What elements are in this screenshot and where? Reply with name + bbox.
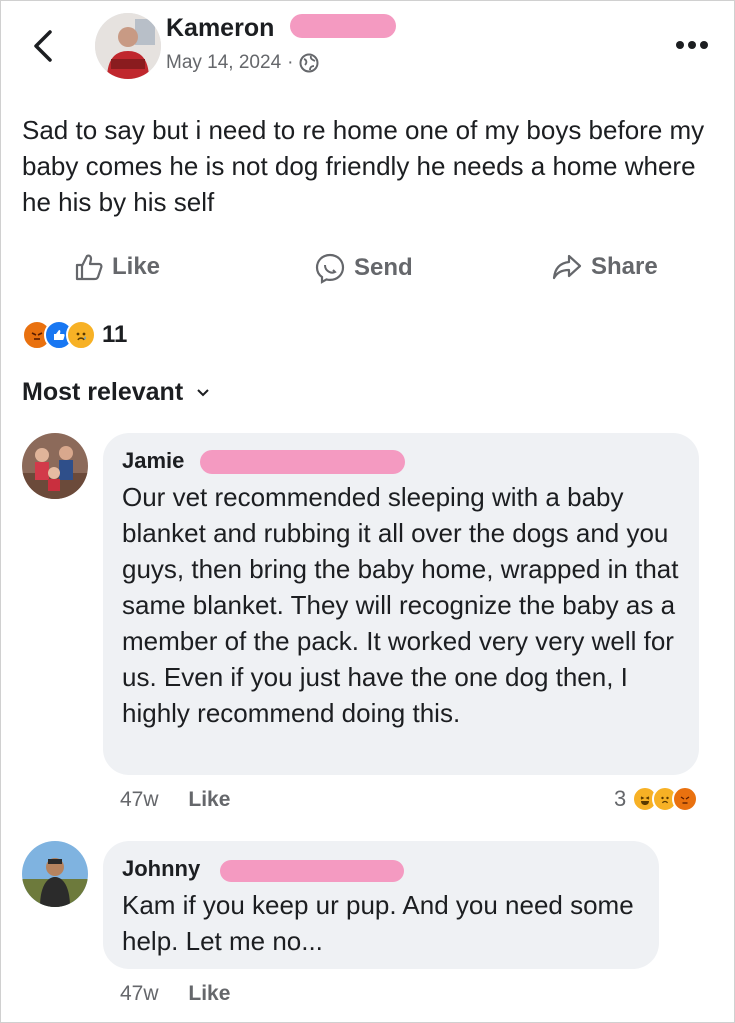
comment-text: Our vet recommended sleeping with a baby… [122, 482, 679, 728]
reaction-count: 11 [102, 321, 128, 348]
comment-footer: 47w Like [120, 788, 230, 812]
meta-separator: · [287, 52, 294, 73]
comment-time[interactable]: 47w [120, 788, 159, 811]
more-options-button[interactable] [675, 38, 709, 50]
redaction-mark [290, 14, 396, 38]
send-label: Send [354, 254, 413, 281]
share-button[interactable]: Share [551, 252, 658, 282]
redaction-mark [200, 450, 405, 474]
comment-footer: 47w Like [120, 982, 230, 1006]
thumbs-up-icon [75, 254, 103, 281]
commenter-name[interactable]: Johnny [122, 856, 200, 882]
comment-time[interactable]: 47w [120, 982, 159, 1005]
post-meta: May 14, 2024 · [166, 52, 319, 74]
post-text: Sad to say but i need to re home one of … [22, 115, 705, 217]
post-author-name[interactable]: Kameron [166, 14, 274, 43]
globe-icon [299, 53, 319, 73]
commenter-avatar[interactable] [22, 841, 88, 907]
like-label: Like [112, 253, 161, 280]
share-icon [552, 254, 582, 280]
more-dots-icon [676, 41, 708, 49]
profile-photo [22, 433, 88, 499]
sort-label: Most relevant [22, 378, 184, 406]
sad-reaction-icon [66, 320, 96, 350]
chevron-left-icon [34, 30, 52, 62]
redaction-mark [220, 860, 404, 882]
comment-like-button[interactable]: Like [188, 788, 230, 811]
author-avatar[interactable] [95, 13, 161, 79]
commenter-name[interactable]: Jamie [122, 448, 184, 474]
comment-reactions[interactable]: 3 [614, 786, 699, 812]
like-button[interactable]: Like [74, 252, 160, 282]
comment-sort-dropdown[interactable]: Most relevant [22, 378, 213, 407]
chevron-down-icon [197, 388, 209, 396]
comment-like-button[interactable]: Like [188, 982, 230, 1005]
post-date[interactable]: May 14, 2024 [166, 52, 281, 74]
send-button[interactable]: Send [314, 252, 413, 284]
comment-text: Kam if you keep ur pup. And you need som… [122, 890, 634, 956]
profile-photo [22, 841, 88, 907]
back-button[interactable] [26, 24, 66, 68]
share-label: Share [591, 253, 658, 280]
comment-reaction-count: 3 [614, 786, 627, 811]
messenger-icon [315, 253, 345, 284]
post-reactions[interactable]: 11 [22, 320, 127, 350]
profile-photo [95, 13, 161, 79]
commenter-avatar[interactable] [22, 433, 88, 499]
